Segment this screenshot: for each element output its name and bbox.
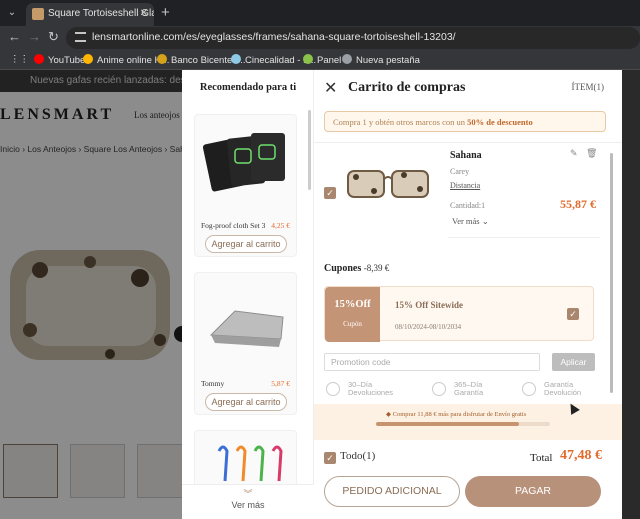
item-checkbox[interactable]: ✓ <box>324 187 336 199</box>
refund-icon <box>522 382 536 396</box>
cart-item-name: Sahana <box>450 150 482 161</box>
cart-panel: ✕ Carrito de compras ÍTEM(1) Compra 1 y … <box>314 70 622 519</box>
promo-code-input[interactable]: Promotion code <box>324 353 540 371</box>
forward-icon[interactable]: → <box>28 29 41 44</box>
close-tab-icon[interactable]: ✕ <box>140 8 148 19</box>
anime-icon <box>83 54 93 64</box>
trash-icon[interactable]: 🗑 <box>586 148 597 159</box>
add-to-cart-button[interactable]: Agregar al carrito <box>205 235 287 253</box>
bookmarks-bar: ⋮⋮ YouTube Anime online H... Banco Bicen… <box>0 50 640 70</box>
recommended-item-name: Fog-proof cloth Set 3 <box>201 221 266 230</box>
coupons-discount: -8,39 € <box>363 263 390 273</box>
close-icon[interactable]: ✕ <box>324 78 337 98</box>
coupon-caption: Cupón <box>343 320 362 328</box>
chevron-down-icon: ⌄ <box>479 216 489 226</box>
bookmark-youtube[interactable]: YouTube <box>34 54 85 66</box>
youtube-icon <box>34 54 44 64</box>
cart-item-price: 55,87 € <box>560 197 596 211</box>
panel-icon <box>303 54 313 64</box>
total-amount: 47,48 € <box>560 448 602 463</box>
guarantee-refund: Garantía Devolución <box>522 381 581 397</box>
see-more-label: Ver más <box>231 500 265 510</box>
coupon-card[interactable]: 15%Off Cupón 15% Off Sitewide 08/10/2024… <box>324 286 594 342</box>
shipping-progress <box>376 422 550 426</box>
chevron-down-icon: ︾ <box>243 489 253 499</box>
recommended-item[interactable]: Tommy 5,87 € Agregar al carrito <box>194 272 297 415</box>
additional-order-button[interactable]: PEDIDO ADICIONAL <box>324 476 460 507</box>
product-thumbnail <box>217 445 283 482</box>
coupons-heading: Cupones -8,39 € <box>324 263 390 274</box>
cart-item-lens-type[interactable]: Distancia <box>450 181 480 190</box>
reload-icon[interactable]: ↻ <box>48 29 59 45</box>
tag-icon: ◆ <box>386 411 393 418</box>
side-panel-strip <box>622 70 640 519</box>
globe-icon <box>342 54 352 64</box>
shipping-message: ◆ Comprar 11,88 € más para disfrutar de … <box>386 411 527 418</box>
bank-icon <box>157 54 167 64</box>
cinema-icon <box>231 54 241 64</box>
returns-icon <box>326 382 340 396</box>
see-more-link[interactable]: ︾ Ver más <box>182 484 314 519</box>
tab-strip: ⌄ Square Tortoiseshell Glasses | S ✕ + <box>0 0 640 26</box>
coupon-name: 15% Off Sitewide <box>395 300 463 310</box>
coupon-dates: 08/10/2024-08/10/2034 <box>395 323 462 331</box>
select-all-checkbox[interactable]: ✓ <box>324 452 336 464</box>
cart-scrollbar[interactable] <box>610 153 613 393</box>
recommended-item-name: Tommy <box>201 379 225 388</box>
back-icon[interactable]: ← <box>8 29 21 44</box>
address-bar[interactable]: lensmartonline.com/es/eyeglasses/frames/… <box>66 27 640 49</box>
browser-tab[interactable]: Square Tortoiseshell Glasses | S ✕ <box>26 3 154 26</box>
recommended-item-price: 4,25 € <box>271 221 290 230</box>
coupon-badge: 15%Off Cupón <box>325 287 380 342</box>
cart-title: Carrito de compras <box>348 80 466 95</box>
shield-icon <box>432 382 446 396</box>
total-label: Total <box>530 452 553 464</box>
recommended-title: Recomendado para ti <box>199 82 297 93</box>
item-see-more[interactable]: Ver más ⌄ <box>452 216 489 227</box>
url-text: lensmartonline.com/es/eyeglasses/frames/… <box>92 31 456 43</box>
apps-icon[interactable]: ⋮⋮ <box>10 54 29 65</box>
guarantee-warranty: 365–Día Garantía <box>432 381 483 397</box>
site-favicon-icon <box>32 8 44 20</box>
product-thumbnail <box>202 133 285 192</box>
divider <box>314 142 622 143</box>
site-settings-icon[interactable] <box>75 32 86 42</box>
divider <box>448 237 600 238</box>
recommended-scrollbar[interactable] <box>308 110 311 190</box>
cart-item-quantity: Cantidad:1 <box>450 201 486 210</box>
product-thumbnail <box>209 310 284 347</box>
bookmark-panel[interactable]: Panel <box>303 54 341 66</box>
browser-toolbar: ← → ↻ lensmartonline.com/es/eyeglasses/f… <box>0 26 640 50</box>
recommended-item[interactable]: Fog-proof cloth Set 3 4,25 € Agregar al … <box>194 114 297 257</box>
new-tab-icon[interactable]: + <box>161 4 170 21</box>
coupon-checkbox[interactable]: ✓ <box>567 308 579 320</box>
cart-item-image <box>347 170 429 198</box>
recommended-panel: Recomendado para ti Fog-proof cloth Set … <box>182 70 314 519</box>
tab-search-icon[interactable]: ⌄ <box>5 6 19 20</box>
promo-banner[interactable]: Compra 1 y obtén otros marcos con un 50%… <box>324 111 606 132</box>
guarantee-returns: 30–Día Devoluciones <box>326 381 393 397</box>
add-to-cart-button[interactable]: Agregar al carrito <box>205 393 287 411</box>
tab-title: Square Tortoiseshell Glasses | S <box>48 8 154 19</box>
cart-item-count: ÍTEM(1) <box>571 82 605 92</box>
shipping-progress-fill <box>376 422 519 426</box>
apply-button[interactable]: Aplicar <box>552 353 595 371</box>
select-all-label[interactable]: Todo(1) <box>340 450 375 462</box>
recommended-item[interactable] <box>194 430 297 490</box>
bookmark-nueva-pestana[interactable]: Nueva pestaña <box>342 54 420 66</box>
coupon-percent: 15%Off <box>334 299 371 310</box>
recommended-item-price: 5,87 € <box>271 379 290 388</box>
cart-item-color: Carey <box>450 167 470 176</box>
edit-icon[interactable]: ✎ <box>570 148 578 159</box>
pay-button[interactable]: PAGAR <box>465 476 601 507</box>
